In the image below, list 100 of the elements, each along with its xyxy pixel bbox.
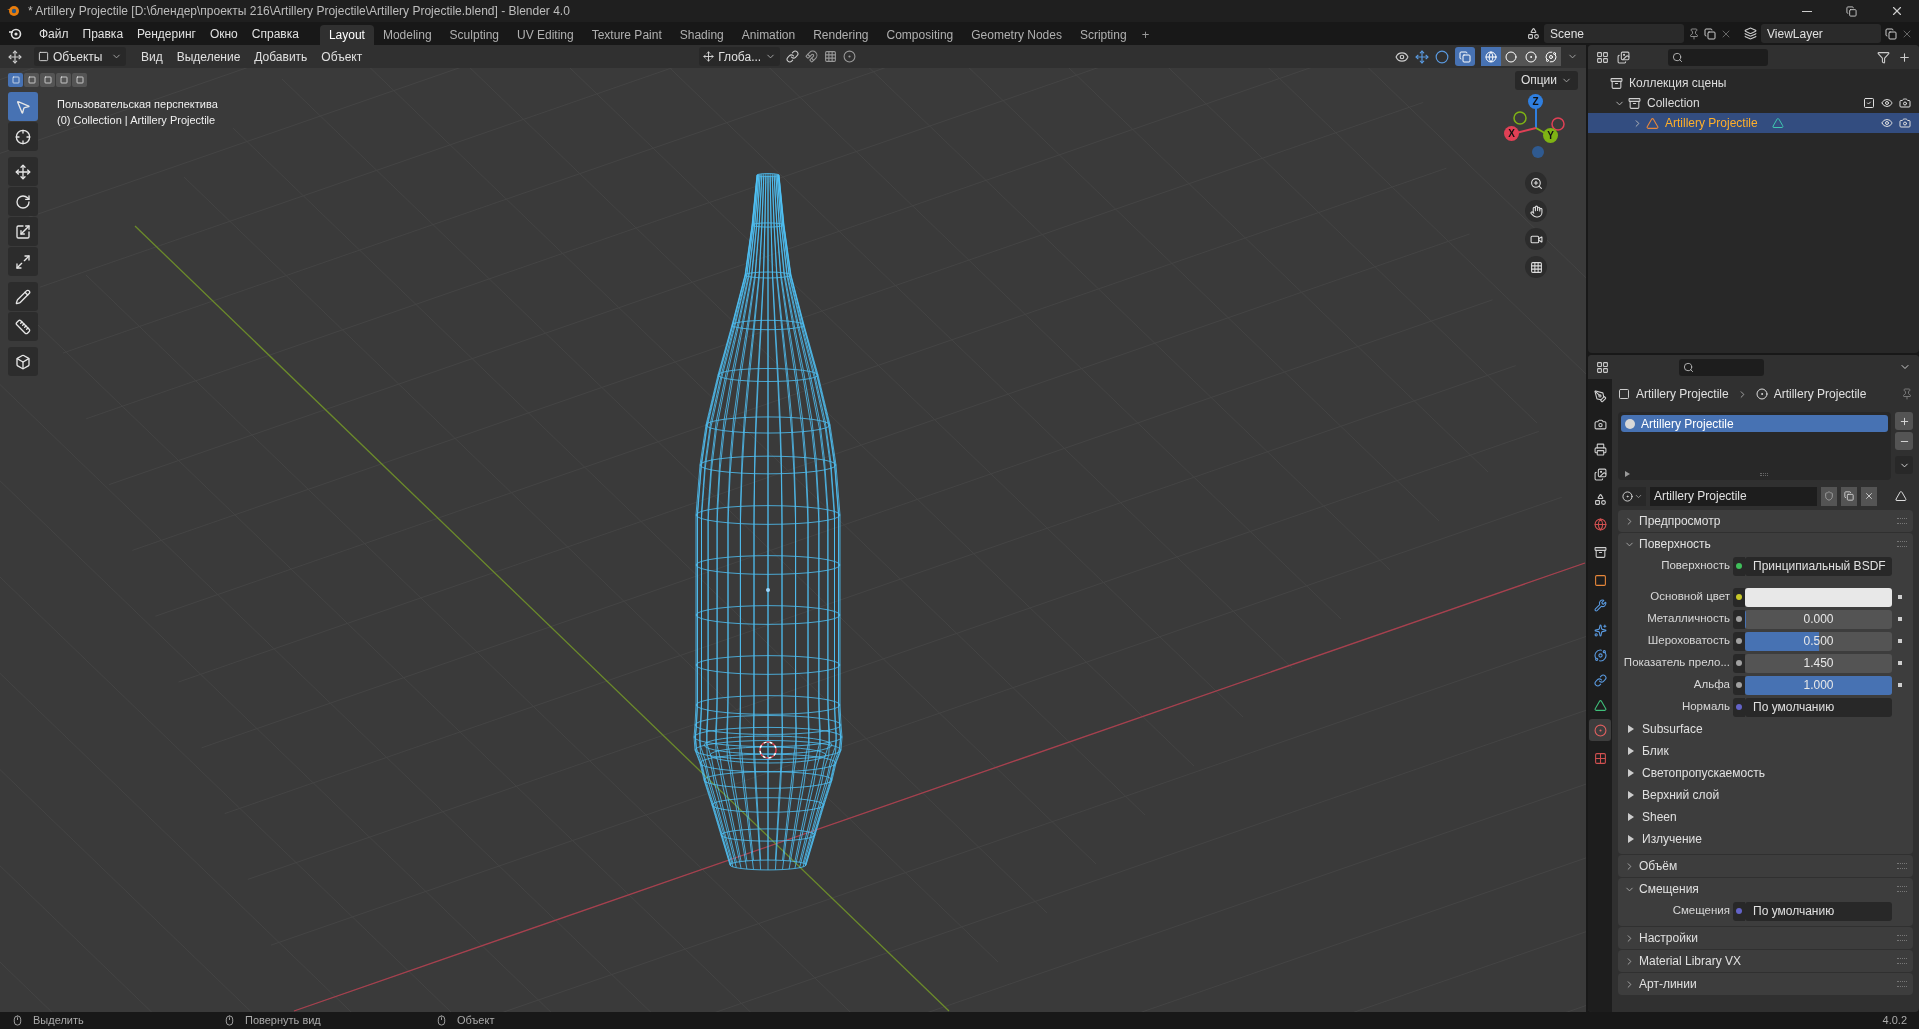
drag-grip-icon[interactable] (1897, 935, 1907, 941)
node-link-field[interactable]: Принципиальный BSDF (1745, 556, 1892, 576)
unlink-material-button[interactable] (1861, 486, 1877, 506)
node-link-field[interactable]: По умолчанию (1745, 901, 1892, 921)
menu-item[interactable]: Правка (75, 24, 131, 43)
grid-view-button[interactable] (1525, 256, 1547, 278)
selection-mode-button[interactable] (40, 73, 55, 87)
gizmo-toggle-icon[interactable] (1415, 49, 1429, 64)
options-dropdown[interactable]: Опции (1514, 70, 1578, 90)
menu-item[interactable]: Добавить (247, 47, 315, 66)
workspace-tab[interactable]: Texture Paint (582, 25, 671, 45)
slot-menu-button[interactable] (1895, 456, 1913, 474)
subpanel-header[interactable]: Излучение (1618, 828, 1913, 850)
material-slot[interactable]: Artillery Projectile (1621, 415, 1888, 432)
workspace-tab[interactable]: Layout (319, 25, 374, 45)
panel-header[interactable]: Поверхность (1618, 533, 1913, 555)
node-link-field[interactable]: По умолчанию (1745, 697, 1892, 717)
subpanel-header[interactable]: Sheen (1618, 806, 1913, 828)
axis-label[interactable]: Y (1543, 128, 1558, 143)
subpanel-header[interactable]: Блик (1618, 740, 1913, 762)
material-name-field[interactable]: Artillery Projectile (1650, 486, 1817, 506)
fake-user-button[interactable] (1821, 486, 1837, 506)
menu-item[interactable]: Справка (244, 24, 306, 43)
new-collection-icon[interactable] (1898, 50, 1911, 64)
resize-grip-icon[interactable] (1760, 472, 1768, 476)
pin-icon[interactable] (1901, 388, 1913, 400)
shading-button[interactable] (1501, 47, 1521, 66)
axis-label[interactable]: X (1504, 126, 1519, 141)
workspace-tab[interactable]: Modeling (373, 25, 441, 45)
workspace-tab[interactable]: Sculpting (440, 25, 508, 45)
panel-header[interactable]: Объём (1618, 855, 1913, 877)
pin-icon[interactable] (1688, 27, 1700, 40)
add-workspace-button[interactable]: + (1135, 25, 1156, 45)
axis-label[interactable]: Z (1528, 94, 1543, 109)
duplicate-material-button[interactable] (1841, 486, 1857, 506)
exclude-checkbox[interactable] (1863, 97, 1875, 109)
search-field[interactable] (1668, 48, 1768, 66)
drag-grip-icon[interactable] (1897, 518, 1907, 524)
editor-type-icon[interactable] (1596, 50, 1609, 64)
menu-item[interactable]: Объект (314, 47, 370, 66)
menu-item[interactable]: Вид (134, 47, 170, 66)
subpanel-header[interactable]: Светопропускаемость (1618, 762, 1913, 784)
render-camera-icon[interactable] (1899, 97, 1911, 109)
outliner-row[interactable]: Коллекция сцены (1588, 73, 1919, 93)
visibility-icon[interactable] (1395, 49, 1409, 64)
selection-mode-button[interactable] (24, 73, 39, 87)
add-slot-button[interactable] (1895, 412, 1913, 430)
annotate-tool[interactable] (8, 282, 38, 311)
orientation-dropdown[interactable]: Глоба... (699, 47, 781, 66)
scene-icon[interactable] (1527, 27, 1540, 40)
rotate-tool[interactable] (8, 187, 38, 216)
transform-tool[interactable] (8, 247, 38, 276)
panel-header[interactable]: Material Library VX (1618, 950, 1913, 972)
view-layer-field[interactable]: ViewLayer (1761, 24, 1881, 43)
subpanel-header[interactable]: Subsurface (1618, 718, 1913, 740)
menu-item[interactable]: Выделение (169, 47, 248, 66)
editor-type-icon[interactable] (1596, 360, 1609, 374)
camera-view-button[interactable] (1525, 228, 1547, 250)
selection-mode-button[interactable] (8, 73, 23, 87)
panel-header[interactable]: Арт-линии (1618, 973, 1913, 995)
browse-material-button[interactable] (1618, 486, 1646, 506)
menu-item[interactable]: Окно (202, 24, 245, 43)
outliner-row[interactable]: Collection (1588, 93, 1919, 113)
move-tool[interactable] (8, 157, 38, 186)
value-slider[interactable]: 1.000 (1745, 675, 1892, 695)
duplicate-icon[interactable] (1704, 27, 1716, 40)
selection-mode-button[interactable] (56, 73, 71, 87)
material-tab[interactable] (1589, 719, 1611, 741)
scene-field[interactable]: Scene (1544, 24, 1684, 43)
panel-header[interactable]: Смещения (1618, 878, 1913, 900)
scale-tool[interactable] (8, 217, 38, 246)
editor-type-icon[interactable] (8, 49, 22, 64)
visibility-eye-icon[interactable] (1881, 97, 1893, 109)
color-swatch[interactable] (1745, 587, 1892, 607)
drag-grip-icon[interactable] (1897, 541, 1907, 547)
workspace-tab[interactable]: UV Editing (508, 25, 583, 45)
workspace-tab[interactable]: Geometry Nodes (962, 25, 1071, 45)
zoom-button[interactable] (1525, 172, 1547, 194)
visibility-eye-icon[interactable] (1881, 117, 1893, 129)
workspace-tab[interactable]: Scripting (1070, 25, 1136, 45)
drag-grip-icon[interactable] (1897, 863, 1907, 869)
view-layer-icon[interactable] (1744, 27, 1757, 40)
display-mode-icon[interactable] (1617, 50, 1630, 64)
menu-item[interactable]: Рендеринг (130, 24, 203, 43)
value-slider[interactable]: 0.000 (1745, 609, 1892, 629)
number-field[interactable]: 1.450 (1745, 653, 1892, 673)
panel-header[interactable]: Настройки (1618, 927, 1913, 949)
xray-toggle[interactable] (1455, 47, 1475, 66)
workspace-tab[interactable]: Compositing (877, 25, 963, 45)
subpanel-header[interactable]: Верхний слой (1618, 784, 1913, 806)
duplicate-icon[interactable] (1885, 27, 1897, 40)
add-cube-tool[interactable] (8, 347, 38, 376)
drag-grip-icon[interactable] (1897, 958, 1907, 964)
drag-grip-icon[interactable] (1897, 981, 1907, 987)
navigation-gizmo[interactable]: Z X Y (1500, 92, 1572, 164)
app-menu-icon[interactable] (8, 26, 22, 41)
cursor-tool[interactable] (8, 122, 38, 151)
select-box-tool[interactable] (8, 92, 38, 121)
filter-icon[interactable] (1877, 50, 1890, 64)
panel-header[interactable]: Предпросмотр (1618, 510, 1913, 532)
